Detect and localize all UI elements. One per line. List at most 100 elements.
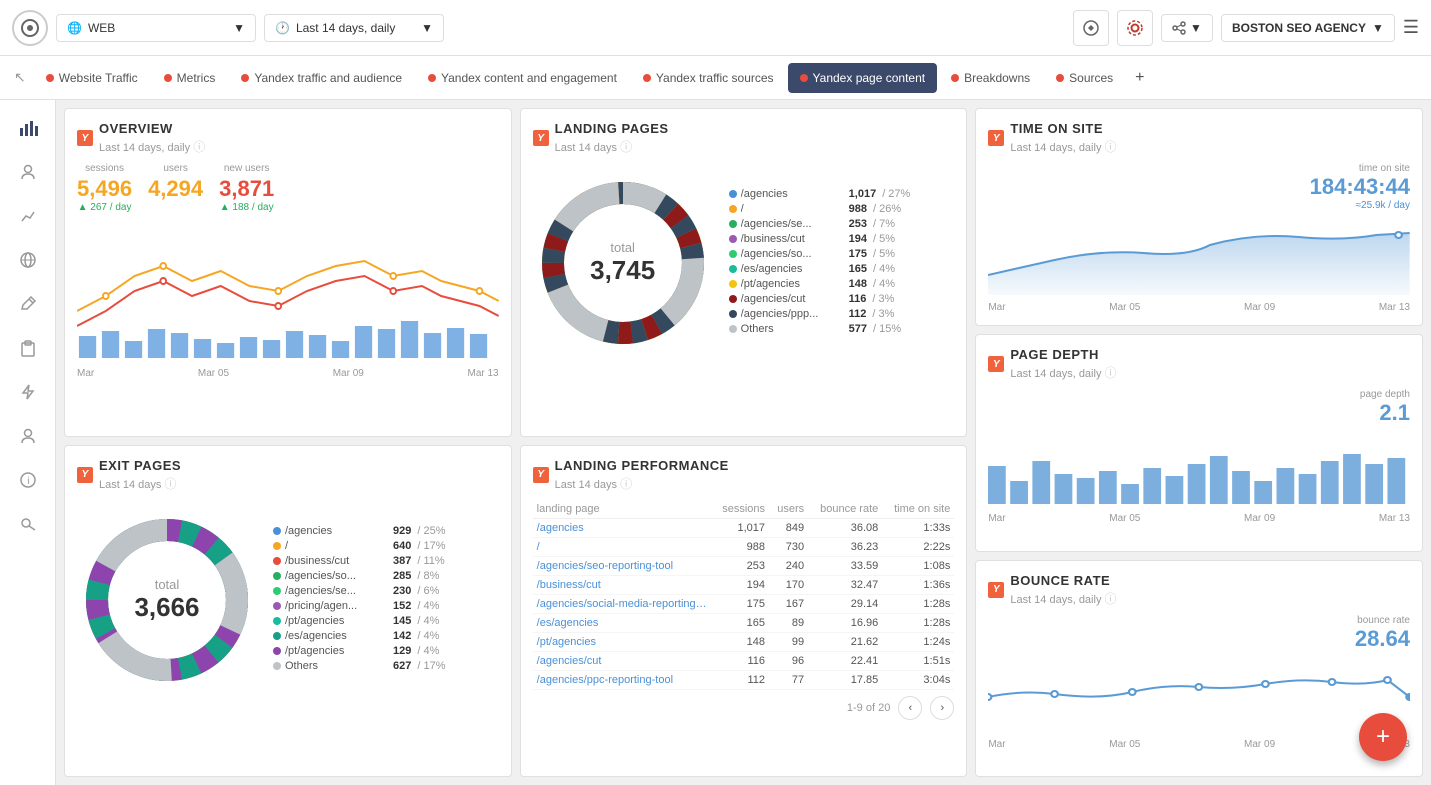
date-label: Last 14 days, daily xyxy=(296,21,395,35)
tab-label: Website Traffic xyxy=(59,71,138,85)
exit-donut-center: total 3,666 xyxy=(134,577,199,623)
logo[interactable] xyxy=(12,10,48,46)
donut-total-label: total xyxy=(590,240,655,255)
cell-users: 730 xyxy=(769,537,808,556)
tab-sources[interactable]: Sources xyxy=(1044,63,1125,93)
agency-name: BOSTON SEO AGENCY xyxy=(1232,21,1366,35)
legend-dot xyxy=(729,235,737,243)
users-metric: users 4,294 xyxy=(148,163,203,213)
table-row[interactable]: / 988 730 36.23 2:22s xyxy=(533,537,955,556)
cell-users: 849 xyxy=(769,518,808,537)
table-row[interactable]: /pt/agencies 148 99 21.62 1:24s xyxy=(533,632,955,651)
cell-sessions: 116 xyxy=(712,651,769,670)
table-row[interactable]: /es/agencies 165 89 16.96 1:28s xyxy=(533,613,955,632)
yandex-icon-depth: Y xyxy=(988,356,1004,372)
table-row[interactable]: /agencies 1,017 849 36.08 1:33s xyxy=(533,518,955,537)
tab-yandex-page-content[interactable]: Yandex page content xyxy=(788,63,938,93)
sessions-value: 5,496 xyxy=(77,176,132,202)
bounce-rate-value: 28.64 xyxy=(988,626,1410,652)
sidebar-icon-users[interactable] xyxy=(8,152,48,192)
tab-label: Yandex traffic sources xyxy=(656,71,774,85)
web-selector[interactable]: 🌐 WEB ▼ xyxy=(56,14,256,42)
cell-sessions: 1,017 xyxy=(712,518,769,537)
date-selector[interactable]: 🕐 Last 14 days, daily ▼ xyxy=(264,14,444,42)
time-chart: Mar Mar 05 Mar 09 Mar 13 xyxy=(988,215,1410,313)
right-panel: Y TIME ON SITE Last 14 days, daily ⓘ tim… xyxy=(975,108,1423,777)
tab-breakdowns[interactable]: Breakdowns xyxy=(939,63,1042,93)
sidebar-icon-analytics[interactable] xyxy=(8,108,48,148)
landing-perf-card: Y LANDING PERFORMANCE Last 14 days ⓘ lan… xyxy=(520,445,968,778)
date-arrow-icon: ▼ xyxy=(421,21,433,35)
page-depth-info-icon[interactable]: ⓘ xyxy=(1105,366,1117,380)
table-row[interactable]: /business/cut 194 170 32.47 1:36s xyxy=(533,575,955,594)
share-button[interactable]: ▼ xyxy=(1161,14,1213,42)
exit-pages-legend: /agencies929/ 25% /640/ 17% /business/cu… xyxy=(273,525,499,675)
bounce-rate-subtitle: Last 14 days, daily ⓘ xyxy=(1010,590,1116,607)
exit-pages-info-icon[interactable]: ⓘ xyxy=(164,477,176,491)
legend-dot xyxy=(729,325,737,333)
magic-icon-btn[interactable] xyxy=(1073,10,1109,46)
tab-label: Sources xyxy=(1069,71,1113,85)
time-on-site-card: Y TIME ON SITE Last 14 days, daily ⓘ tim… xyxy=(975,108,1423,326)
landing-perf-info-icon[interactable]: ⓘ xyxy=(620,477,632,491)
sidebar-icon-key[interactable] xyxy=(8,504,48,544)
sidebar-icon-globe[interactable] xyxy=(8,240,48,280)
sidebar-icon-clipboard[interactable] xyxy=(8,328,48,368)
time-info-icon[interactable]: ⓘ xyxy=(1105,140,1117,154)
table-row[interactable]: /agencies/cut 116 96 22.41 1:51s xyxy=(533,651,955,670)
cell-users: 170 xyxy=(769,575,808,594)
page-depth-subtitle: Last 14 days, daily ⓘ xyxy=(1010,364,1116,381)
sessions-label: sessions xyxy=(77,163,132,174)
overview-info-icon[interactable]: ⓘ xyxy=(193,140,205,154)
sessions-metric: sessions 5,496 267 / day xyxy=(77,163,132,213)
sidebar-icon-goals[interactable] xyxy=(8,196,48,236)
table-row[interactable]: /agencies/social-media-reporting-too... … xyxy=(533,594,955,613)
back-nav-icon[interactable]: ↖ xyxy=(8,69,32,86)
cell-page: / xyxy=(533,537,712,556)
sidebar-icon-edit[interactable] xyxy=(8,284,48,324)
fab-button[interactable]: + xyxy=(1359,713,1407,761)
layout: i Y OVERVIEW Last 14 days, daily ⓘ xyxy=(0,100,1431,785)
next-page-btn[interactable]: › xyxy=(930,696,954,720)
cell-time: 3:04s xyxy=(882,670,954,689)
landing-pages-info-icon[interactable]: ⓘ xyxy=(620,140,632,154)
cell-sessions: 148 xyxy=(712,632,769,651)
legend-item: /pt/agencies145/ 4% xyxy=(273,615,499,627)
sidebar-icon-lightning[interactable] xyxy=(8,372,48,412)
table-row[interactable]: /agencies/ppc-reporting-tool 112 77 17.8… xyxy=(533,670,955,689)
prev-page-btn[interactable]: ‹ xyxy=(898,696,922,720)
table-row[interactable]: /agencies/seo-reporting-tool 253 240 33.… xyxy=(533,556,955,575)
svg-text:i: i xyxy=(27,476,29,487)
tab-metrics[interactable]: Metrics xyxy=(152,63,228,93)
cell-bounce: 29.14 xyxy=(808,594,882,613)
cell-page: /agencies/cut xyxy=(533,651,712,670)
cell-bounce: 17.85 xyxy=(808,670,882,689)
cell-time: 1:08s xyxy=(882,556,954,575)
tab-yandex-content[interactable]: Yandex content and engagement xyxy=(416,63,629,93)
share-arrow: ▼ xyxy=(1190,21,1202,35)
topbar: 🌐 WEB ▼ 🕐 Last 14 days, daily ▼ ▼ BOSTON… xyxy=(0,0,1431,56)
tab-website-traffic[interactable]: Website Traffic xyxy=(34,63,150,93)
bounce-rate-title: BOUNCE RATE xyxy=(1010,573,1116,588)
hamburger-icon[interactable]: ☰ xyxy=(1403,17,1419,38)
col-bounce: bounce rate xyxy=(808,500,882,519)
tab-dot xyxy=(1056,74,1064,82)
exit-donut-row: total 3,666 /agencies929/ 25% /640/ 17% … xyxy=(77,500,499,700)
page-depth-chart: Mar Mar 05 Mar 09 Mar 13 xyxy=(988,426,1410,524)
tab-yandex-sources[interactable]: Yandex traffic sources xyxy=(631,63,786,93)
add-tab-button[interactable]: + xyxy=(1127,61,1152,95)
tab-dot xyxy=(46,74,54,82)
legend-item: /es/agencies 165 / 4% xyxy=(729,263,955,275)
agency-selector[interactable]: BOSTON SEO AGENCY ▼ xyxy=(1221,14,1395,42)
yandex-icon-perf: Y xyxy=(533,467,549,483)
legend-item: /agencies/ppp... 112 / 3% xyxy=(729,308,955,320)
sidebar-icon-person[interactable] xyxy=(8,416,48,456)
bounce-rate-info-icon[interactable]: ⓘ xyxy=(1105,592,1117,606)
tab-yandex-traffic[interactable]: Yandex traffic and audience xyxy=(229,63,414,93)
settings-icon-btn[interactable] xyxy=(1117,10,1153,46)
overview-chart: Mar Mar 05 Mar 09 Mar 13 xyxy=(77,221,499,379)
cell-time: 1:28s xyxy=(882,613,954,632)
sidebar-icon-info[interactable]: i xyxy=(8,460,48,500)
agency-arrow-icon: ▼ xyxy=(1372,21,1384,35)
overview-title: OVERVIEW xyxy=(99,121,205,136)
